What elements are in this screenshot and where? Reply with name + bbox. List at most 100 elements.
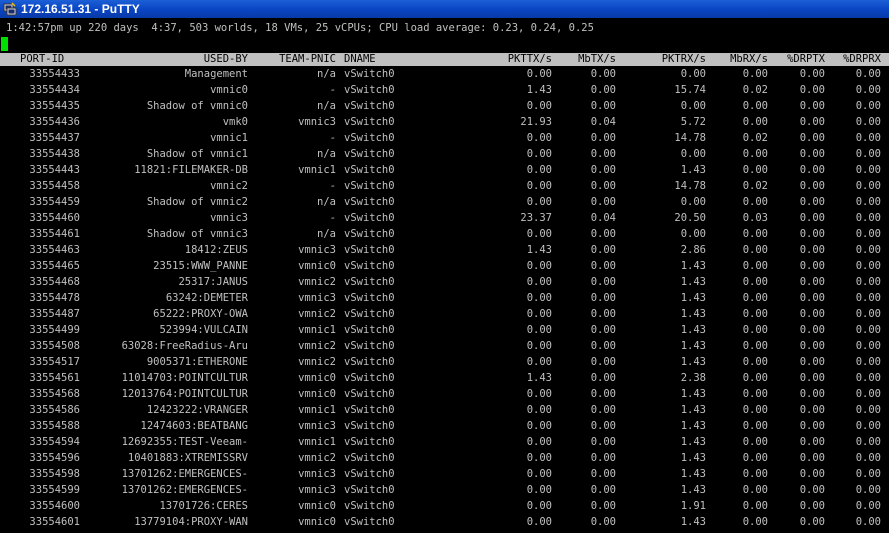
cell-used-by: Shadow of vmnic2 xyxy=(146,196,248,208)
cell-used-by: 13779104:PROXY-WAN xyxy=(134,516,248,528)
cell-port-id: 33554561 xyxy=(29,372,80,384)
cell-pkttx: 0.00 xyxy=(526,292,552,304)
cell-mbrx: 0.00 xyxy=(742,356,768,368)
cell-pktrx: 1.43 xyxy=(680,308,706,320)
table-row: 33554588 12474603:BEATBANG vmnic3 vSwitch0 0… xyxy=(0,418,889,434)
cell-pktrx: 5.72 xyxy=(680,116,706,128)
cell-pktrx: 1.43 xyxy=(680,292,706,304)
cell-port-id: 33554437 xyxy=(29,132,80,144)
cell-dname: vSwitch0 xyxy=(344,356,395,368)
cell-dname: vSwitch0 xyxy=(344,340,395,352)
cell-mbtx: 0.00 xyxy=(590,228,616,240)
cell-drprx: 0.00 xyxy=(855,452,881,464)
cell-dname: vSwitch0 xyxy=(344,148,395,160)
cell-drptx: 0.00 xyxy=(799,100,825,112)
cell-team-pnic: vmnic3 xyxy=(298,116,336,128)
cell-mbrx: 0.00 xyxy=(742,340,768,352)
cell-mbtx: 0.00 xyxy=(590,372,616,384)
cell-mbtx: 0.00 xyxy=(590,404,616,416)
cell-pkttx: 0.00 xyxy=(526,436,552,448)
cell-team-pnic: - xyxy=(329,132,336,144)
cell-drprx: 0.00 xyxy=(855,484,881,496)
table-row: 33554438 Shadow of vmnic1 n/a vSwitch0 0.00 0… xyxy=(0,146,889,162)
table-row: 33554594 12692355:TEST-Veeam-vmnic1 vSwitc… xyxy=(0,434,889,450)
cell-team-pnic: vmnic3 xyxy=(298,468,336,480)
cell-used-by: 25317:JANUS xyxy=(178,276,248,288)
cell-drptx: 0.00 xyxy=(799,500,825,512)
cell-drptx: 0.00 xyxy=(799,468,825,480)
column-header-row: PORT-ID USED-BY TEAM-PNIC DNAME PKTTX/s … xyxy=(0,53,889,66)
cell-drprx: 0.00 xyxy=(855,420,881,432)
cell-drprx: 0.00 xyxy=(855,68,881,80)
cell-team-pnic: vmnic3 xyxy=(298,420,336,432)
table-row: 33554434 vmnic0 - vSwitch0 1.43 0.00 15.74 0.02… xyxy=(0,82,889,98)
cell-dname: vSwitch0 xyxy=(344,500,395,512)
cell-dname: vSwitch0 xyxy=(344,132,395,144)
cell-port-id: 33554443 xyxy=(29,164,80,176)
cell-drprx: 0.00 xyxy=(855,196,881,208)
cell-mbrx: 0.02 xyxy=(742,132,768,144)
cell-pkttx: 23.37 xyxy=(520,212,552,224)
cell-mbrx: 0.00 xyxy=(742,228,768,240)
header-drptx: %DRPTX xyxy=(787,53,825,65)
cell-dname: vSwitch0 xyxy=(344,308,395,320)
table-row: 33554561 11014703:POINTCULTUR vmnic0 vSwitc… xyxy=(0,370,889,386)
cell-used-by: 12013764:POINTCULTUR xyxy=(121,388,248,400)
cell-used-by: vmnic1 xyxy=(210,132,248,144)
cell-pktrx: 0.00 xyxy=(680,148,706,160)
cell-team-pnic: vmnic2 xyxy=(298,308,336,320)
cell-mbtx: 0.00 xyxy=(590,132,616,144)
cell-mbrx: 0.00 xyxy=(742,388,768,400)
cell-mbtx: 0.00 xyxy=(590,148,616,160)
cell-pktrx: 1.43 xyxy=(680,356,706,368)
cell-used-by: 10401883:XTREMISSRV xyxy=(127,452,248,464)
cell-dname: vSwitch0 xyxy=(344,324,395,336)
cell-port-id: 33554568 xyxy=(29,388,80,400)
cell-team-pnic: vmnic2 xyxy=(298,452,336,464)
cell-drptx: 0.00 xyxy=(799,260,825,272)
cell-mbtx: 0.04 xyxy=(590,116,616,128)
cell-dname: vSwitch0 xyxy=(344,468,395,480)
cell-used-by: 523994:VULCAIN xyxy=(159,324,248,336)
cell-drptx: 0.00 xyxy=(799,148,825,160)
cell-drptx: 0.00 xyxy=(799,276,825,288)
table-row: 33554508 63028:FreeRadius-Aru vmnic2 vSwitc… xyxy=(0,338,889,354)
cell-drptx: 0.00 xyxy=(799,164,825,176)
cell-pktrx: 1.91 xyxy=(680,500,706,512)
cell-drprx: 0.00 xyxy=(855,324,881,336)
header-pktrx: PKTRX/s xyxy=(661,53,706,65)
cell-pktrx: 1.43 xyxy=(680,324,706,336)
putty-icon xyxy=(3,2,17,16)
cell-mbtx: 0.00 xyxy=(590,244,616,256)
cell-team-pnic: vmnic3 xyxy=(298,292,336,304)
cell-pkttx: 0.00 xyxy=(526,340,552,352)
cell-dname: vSwitch0 xyxy=(344,388,395,400)
cell-pkttx: 1.43 xyxy=(526,84,552,96)
cell-port-id: 33554468 xyxy=(29,276,80,288)
cell-pkttx: 0.00 xyxy=(526,404,552,416)
cell-dname: vSwitch0 xyxy=(344,84,395,96)
cell-port-id: 33554434 xyxy=(29,84,80,96)
cell-team-pnic: n/a xyxy=(317,100,336,112)
cell-drptx: 0.00 xyxy=(799,116,825,128)
cell-dname: vSwitch0 xyxy=(344,372,395,384)
cell-team-pnic: n/a xyxy=(317,228,336,240)
terminal-area[interactable]: 1:42:57pm up 220 days 4:37, 503 worlds, … xyxy=(0,18,889,533)
cell-used-by: 65222:PROXY-OWA xyxy=(153,308,248,320)
cell-mbrx: 0.00 xyxy=(742,260,768,272)
cell-drptx: 0.00 xyxy=(799,452,825,464)
table-row: 33554598 13701262:EMERGENCES-vmnic3 vSwitc… xyxy=(0,466,889,482)
header-mbtx: MbTX/s xyxy=(578,53,616,65)
cell-mbrx: 0.00 xyxy=(742,500,768,512)
cell-pkttx: 0.00 xyxy=(526,420,552,432)
cell-team-pnic: vmnic3 xyxy=(298,484,336,496)
cell-team-pnic: n/a xyxy=(317,148,336,160)
cell-mbtx: 0.04 xyxy=(590,212,616,224)
cell-mbrx: 0.00 xyxy=(742,148,768,160)
cell-mbrx: 0.00 xyxy=(742,100,768,112)
cell-used-by: Shadow of vmnic1 xyxy=(146,148,248,160)
cell-port-id: 33554438 xyxy=(29,148,80,160)
cell-port-id: 33554508 xyxy=(29,340,80,352)
window-titlebar[interactable]: 172.16.51.31 - PuTTY xyxy=(0,0,889,18)
cell-pkttx: 21.93 xyxy=(520,116,552,128)
